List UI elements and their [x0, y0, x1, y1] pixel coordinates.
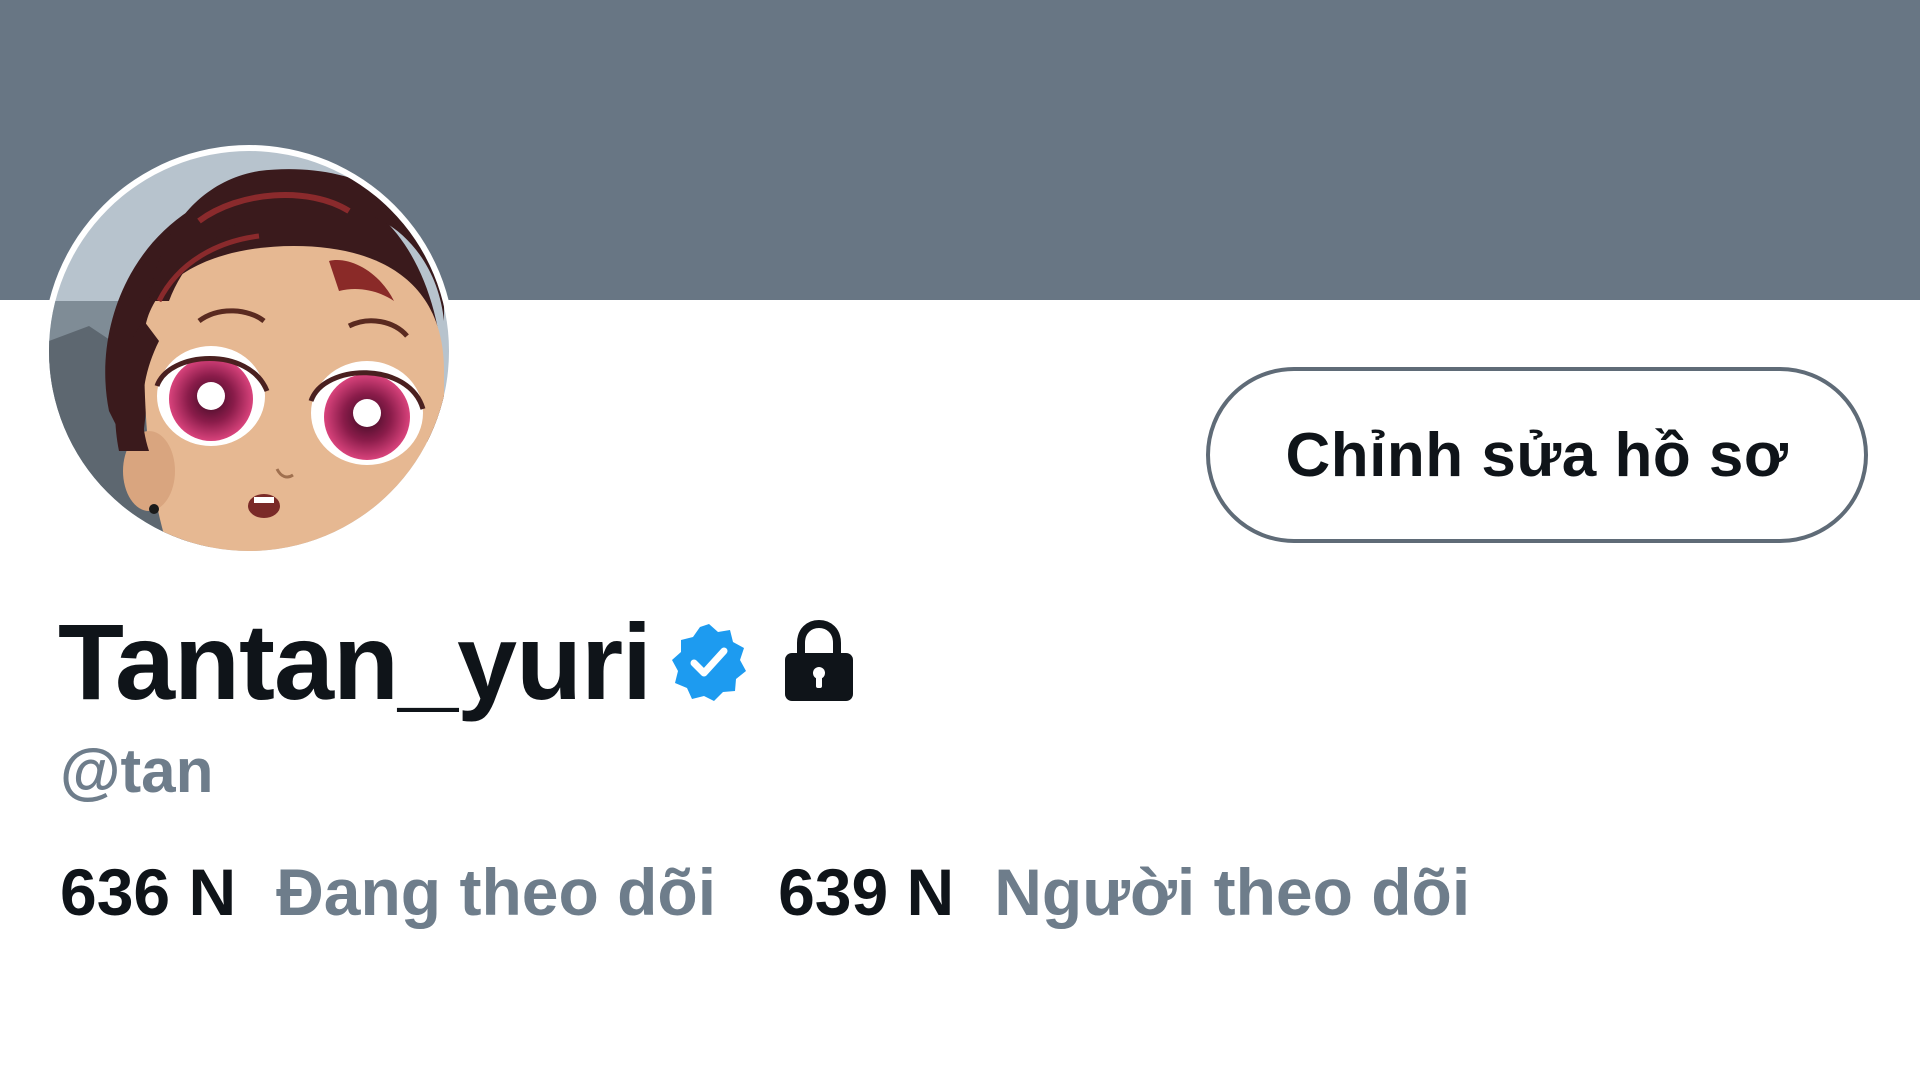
followers-count: 639 N — [778, 855, 955, 929]
edit-profile-button[interactable]: Chỉnh sửa hồ sơ — [1206, 367, 1868, 543]
followers-stat[interactable]: 639 N Người theo dõi — [778, 852, 1470, 932]
user-handle: @tan — [60, 737, 214, 806]
verified-badge-icon[interactable] — [667, 620, 751, 704]
stats-row: 636 N Đang theo dõi 639 N Người theo dõi — [60, 852, 1470, 932]
lock-icon — [779, 619, 859, 705]
following-stat[interactable]: 636 N Đang theo dõi — [60, 852, 716, 932]
name-row: Tantan_yuri — [58, 602, 859, 722]
profile-page: Chỉnh sửa hồ sơ Tantan_yuri @tan 636 N Đ… — [0, 0, 1920, 1072]
followers-label: Người theo dõi — [994, 855, 1471, 929]
avatar-image — [49, 151, 449, 551]
avatar[interactable] — [49, 151, 449, 551]
following-label: Đang theo dõi — [276, 855, 717, 929]
following-count: 636 N — [60, 855, 237, 929]
edit-profile-label: Chỉnh sửa hồ sơ — [1285, 420, 1789, 490]
display-name: Tantan_yuri — [58, 601, 652, 722]
